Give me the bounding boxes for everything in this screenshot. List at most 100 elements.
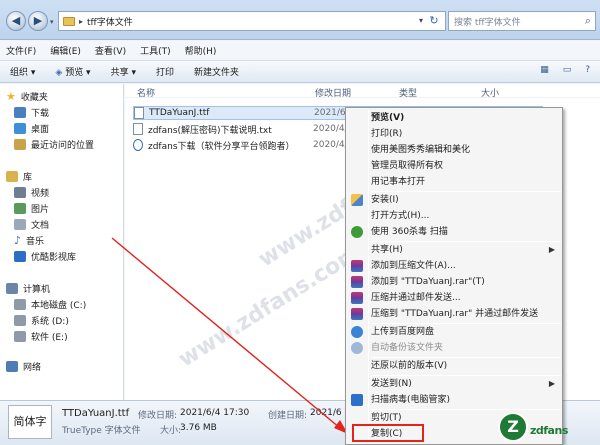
sidebar-item-libraries[interactable]: 库: [6, 170, 32, 183]
sidebar-label: 优酷影视库: [31, 253, 77, 263]
downloads-icon: [14, 107, 26, 118]
print-button[interactable]: 打印: [156, 65, 174, 78]
menu-item-add-archive[interactable]: 添加到压缩文件(A)...: [371, 258, 561, 274]
submenu-arrow-icon: ▶: [548, 379, 555, 388]
menu-item-print[interactable]: 打印(R): [371, 126, 561, 142]
documents-icon: [14, 219, 26, 230]
back-button[interactable]: ◀: [6, 11, 26, 31]
sidebar-label: 文档: [31, 221, 50, 231]
sidebar-item-pictures[interactable]: 图片: [14, 202, 49, 215]
refresh-icon[interactable]: ↻: [427, 14, 441, 28]
file-name: zdfans(解压密码)下载说明.txt: [148, 125, 272, 136]
sidebar-item-downloads[interactable]: 下载: [14, 106, 49, 119]
menu-bar: 文件(F) 编辑(E) 查看(V) 工具(T) 帮助(H): [0, 41, 600, 61]
nav-history-dropdown[interactable]: ▾: [50, 18, 54, 26]
menu-item-open-with[interactable]: 打开方式(H)...: [371, 208, 561, 224]
sidebar-label: 音乐: [26, 237, 45, 247]
sidebar-label: 桌面: [31, 125, 50, 135]
menu-tools[interactable]: 工具(T): [140, 44, 171, 57]
address-dropdown-icon[interactable]: ▾: [419, 16, 423, 25]
360-antivirus-icon: [351, 226, 363, 238]
menu-item-add-rar[interactable]: 添加到 "TTDaYuanJ.rar"(T): [371, 274, 561, 290]
search-icon[interactable]: ⌕: [585, 14, 591, 28]
site-logo-text: zdfans: [530, 424, 568, 437]
column-header-modified[interactable]: 修改日期: [315, 86, 351, 99]
sidebar-item-computer[interactable]: 计算机: [6, 282, 50, 295]
address-bar[interactable]: ▸ tff字体文件 ▾ ↻: [58, 11, 446, 31]
sidebar-label: 收藏夹: [20, 93, 48, 103]
menu-item-notepad[interactable]: 用记事本打开: [371, 174, 561, 190]
sidebar-item-disk-e[interactable]: 软件 (E:): [14, 330, 68, 343]
baidu-netdisk-icon: [351, 326, 363, 338]
help-icon[interactable]: ?: [585, 65, 590, 75]
internet-shortcut-icon: [133, 139, 143, 151]
sidebar-item-disk-c[interactable]: 本地磁盘 (C:): [14, 298, 86, 311]
submenu-arrow-icon: ▶: [548, 245, 555, 254]
menu-item-compress-email[interactable]: 压缩并通过邮件发送...: [371, 290, 561, 306]
star-icon: ★: [6, 90, 16, 103]
desktop-icon: [14, 123, 26, 134]
command-bar: 组织 ▾ ◈ 预览 ▾ 共享 ▾ 打印 新建文件夹 ▦ ▭ ?: [0, 61, 600, 83]
menu-item-meitu[interactable]: 使用美图秀秀编辑和美化: [371, 142, 561, 158]
breadcrumb-current-folder[interactable]: tff字体文件: [87, 15, 133, 28]
sidebar-item-favorites[interactable]: ★ 收藏夹: [6, 90, 48, 103]
sidebar-item-recent[interactable]: 最近访问的位置: [14, 138, 94, 151]
sidebar-label: 最近访问的位置: [31, 141, 95, 151]
forward-button[interactable]: ▶: [28, 11, 48, 31]
menu-item-send-to[interactable]: 发送到(N) ▶: [371, 376, 561, 392]
details-created-label: 创建日期:: [268, 411, 308, 421]
share-button[interactable]: 共享 ▾: [111, 65, 136, 78]
sidebar-label: 网络: [23, 363, 42, 373]
details-size-label: 大小:: [160, 426, 182, 436]
winrar-icon: [351, 308, 363, 320]
menu-item-preview[interactable]: 预览(V): [371, 110, 561, 126]
file-date: 2020/4/: [313, 140, 348, 150]
network-icon: [6, 361, 18, 372]
sidebar-label: 下载: [31, 109, 50, 119]
search-input[interactable]: 搜索 tff字体文件 ⌕: [448, 11, 596, 31]
sidebar-label: 视频: [31, 189, 50, 199]
menu-item-restore[interactable]: 还原以前的版本(V): [371, 358, 561, 374]
menu-item-share[interactable]: 共享(H) ▶: [371, 242, 561, 258]
sidebar-label: 本地磁盘 (C:): [31, 301, 87, 311]
menu-gutter: [368, 110, 369, 442]
new-folder-button[interactable]: 新建文件夹: [194, 65, 239, 78]
menu-item-scan-360[interactable]: 使用 360杀毒 扫描: [371, 224, 561, 240]
menu-item-install[interactable]: 安装(I): [371, 192, 561, 208]
column-header-type[interactable]: 类型: [399, 86, 417, 99]
navigation-pane: ★ 收藏夹 下载 桌面 最近访问的位置 库 视频 图片 文档 ♪ 音乐 优酷影视…: [0, 84, 124, 400]
menu-item-label: 发送到(N): [371, 379, 412, 389]
sidebar-item-disk-d[interactable]: 系统 (D:): [14, 314, 69, 327]
music-icon: ♪: [14, 234, 22, 247]
menu-item-takeown[interactable]: 管理员取得所有权: [371, 158, 561, 174]
sidebar-item-youku[interactable]: 优酷影视库: [14, 250, 76, 263]
menu-file[interactable]: 文件(F): [6, 44, 36, 57]
font-file-icon: [134, 107, 144, 119]
menu-item-baidu-upload[interactable]: 上传到百度网盘: [371, 324, 561, 340]
menu-view[interactable]: 查看(V): [95, 44, 126, 57]
file-date: 2020/4/: [313, 124, 348, 134]
site-logo-icon: Z: [498, 412, 528, 442]
sidebar-item-videos[interactable]: 视频: [14, 186, 49, 199]
menu-item-compress-rar-email[interactable]: 压缩到 "TTDaYuanJ.rar" 并通过邮件发送: [371, 306, 561, 322]
file-name: TTDaYuanJ.ttf: [149, 108, 210, 118]
menu-item-virus-scan[interactable]: 扫描病毒(电脑管家): [371, 392, 561, 408]
preview-button[interactable]: ◈ 预览 ▾: [55, 65, 90, 78]
pictures-icon: [14, 203, 26, 214]
menu-edit[interactable]: 编辑(E): [50, 44, 81, 57]
sidebar-item-network[interactable]: 网络: [6, 360, 41, 373]
sidebar-item-desktop[interactable]: 桌面: [14, 122, 49, 135]
context-menu: 预览(V) 打印(R) 使用美图秀秀编辑和美化 管理员取得所有权 用记事本打开 …: [345, 107, 563, 445]
preview-pane-icon[interactable]: ▭: [563, 65, 572, 75]
sidebar-item-music[interactable]: ♪ 音乐: [14, 234, 44, 247]
view-options-icon[interactable]: ▦: [540, 65, 549, 75]
details-modified-value: 2021/6/4 17:30: [180, 408, 250, 418]
sidebar-item-documents[interactable]: 文档: [14, 218, 49, 231]
organize-button[interactable]: 组织 ▾: [10, 65, 35, 78]
column-header-name[interactable]: 名称: [137, 86, 155, 99]
column-header-size[interactable]: 大小: [481, 86, 499, 99]
preview-label: 预览 ▾: [65, 68, 91, 78]
drive-icon: [14, 315, 26, 326]
menu-help[interactable]: 帮助(H): [185, 44, 217, 57]
drive-icon: [14, 299, 26, 310]
